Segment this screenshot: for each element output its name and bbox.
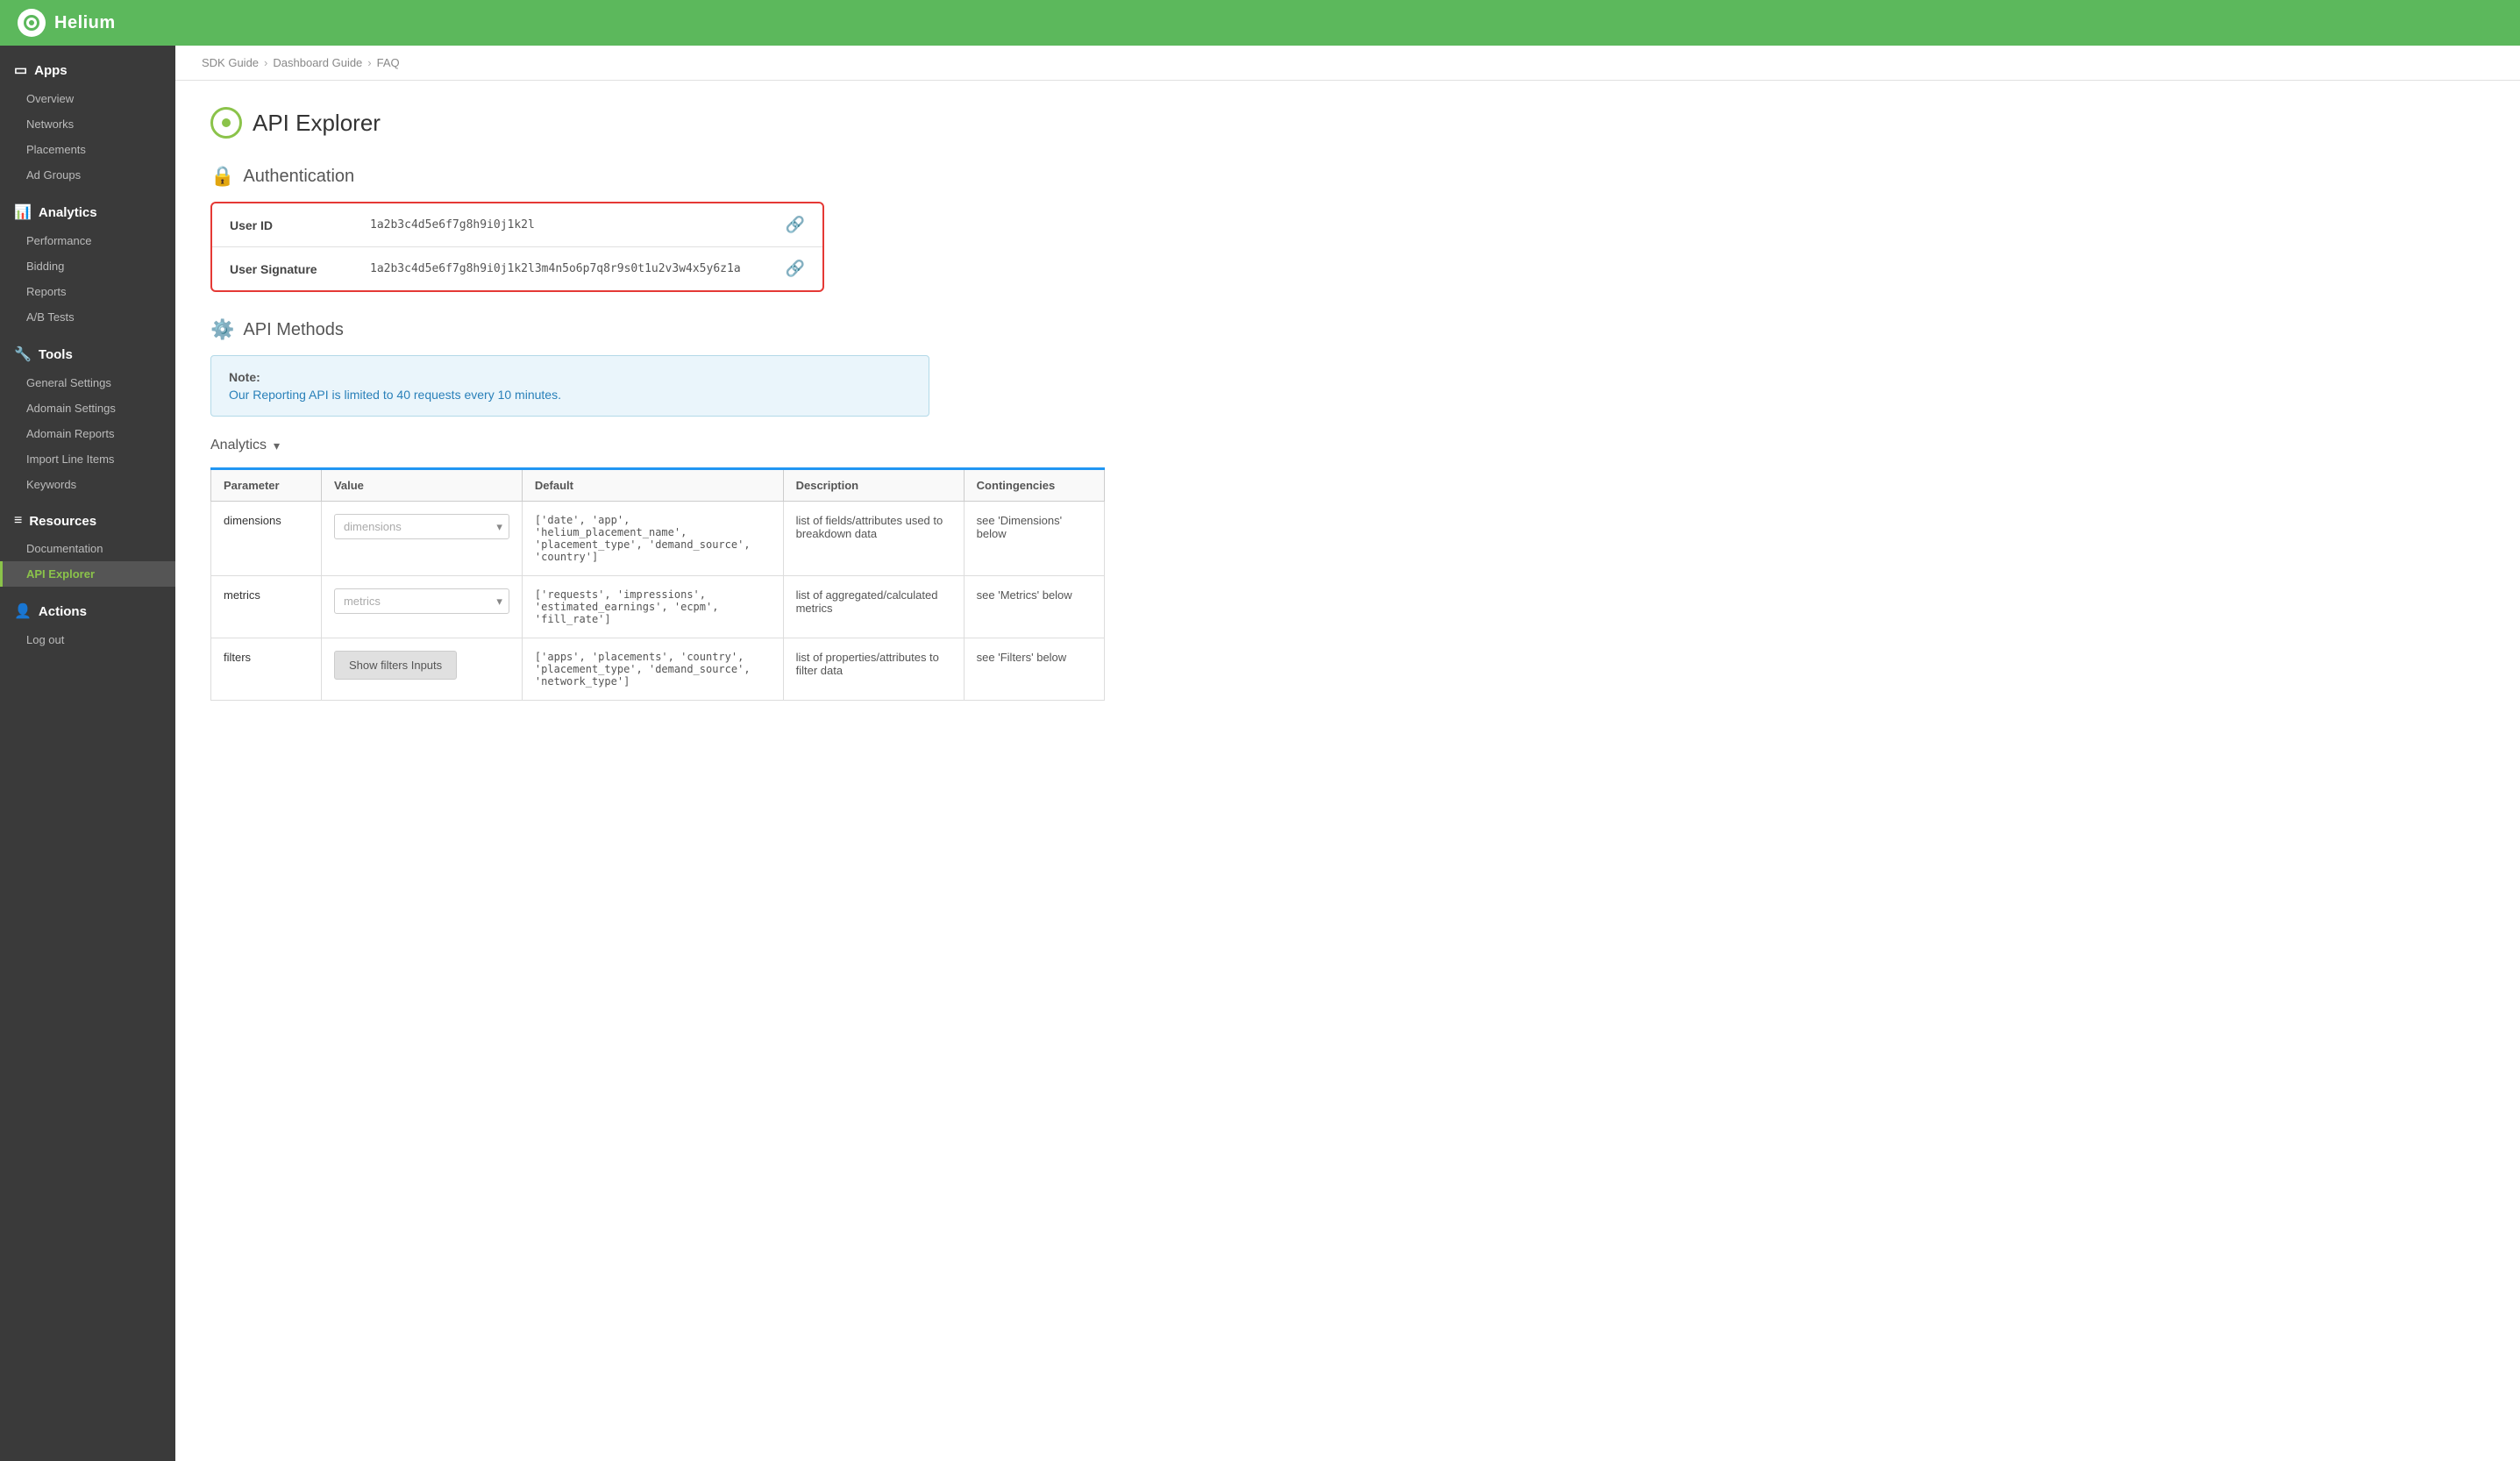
show-filters-button[interactable]: Show filters Inputs: [334, 651, 457, 680]
sidebar-item-abtests[interactable]: A/B Tests: [0, 304, 175, 330]
user-id-value: 1a2b3c4d5e6f7g8h9i0j1k2l: [370, 218, 786, 232]
sidebar-item-keywords[interactable]: Keywords: [0, 472, 175, 497]
sidebar-item-adomain-reports[interactable]: Adomain Reports: [0, 421, 175, 446]
table-row: dimensions dimensions ['date', 'app', 'h…: [211, 502, 1105, 576]
desc-dimensions: list of fields/attributes used to breakd…: [783, 502, 964, 576]
topbar: Helium: [0, 0, 2520, 46]
sidebar-item-adomain-settings[interactable]: Adomain Settings: [0, 396, 175, 421]
breadcrumb-sdk-guide[interactable]: SDK Guide: [202, 56, 259, 69]
sidebar-item-reports[interactable]: Reports: [0, 279, 175, 304]
sidebar-item-overview[interactable]: Overview: [0, 86, 175, 111]
sidebar-section-actions: 👤 Actions: [0, 587, 175, 627]
gear-icon: ⚙️: [210, 318, 234, 341]
sidebar-item-logout[interactable]: Log out: [0, 627, 175, 652]
user-id-link-icon[interactable]: 🔗: [786, 216, 805, 234]
user-id-row: User ID 1a2b3c4d5e6f7g8h9i0j1k2l 🔗: [212, 203, 822, 247]
api-methods-header: ⚙️ API Methods: [210, 318, 2485, 341]
wrench-icon: 🔧: [14, 346, 32, 363]
sidebar-item-networks[interactable]: Networks: [0, 111, 175, 137]
cont-dimensions: see 'Dimensions' below: [964, 502, 1104, 576]
api-methods-title: API Methods: [243, 320, 344, 340]
bar-chart-icon: 📊: [14, 203, 32, 221]
brand-name: Helium: [54, 13, 116, 33]
value-dimensions[interactable]: dimensions: [321, 502, 522, 576]
tablet-icon: ▭: [14, 61, 27, 79]
sidebar-item-performance[interactable]: Performance: [0, 228, 175, 253]
note-text: Our Reporting API is limited to 40 reque…: [229, 388, 911, 402]
col-parameter: Parameter: [211, 469, 322, 502]
default-filters: ['apps', 'placements', 'country', 'place…: [522, 638, 783, 701]
col-description: Description: [783, 469, 964, 502]
sidebar-item-general-settings[interactable]: General Settings: [0, 370, 175, 396]
sidebar-item-import-line-items[interactable]: Import Line Items: [0, 446, 175, 472]
lock-icon: 🔒: [210, 165, 234, 188]
logo-dot: [29, 20, 34, 25]
auth-box: User ID 1a2b3c4d5e6f7g8h9i0j1k2l 🔗 User …: [210, 202, 824, 292]
logo: [18, 9, 46, 37]
col-contingencies: Contingencies: [964, 469, 1104, 502]
cont-metrics: see 'Metrics' below: [964, 576, 1104, 638]
user-signature-row: User Signature 1a2b3c4d5e6f7g8h9i0j1k2l3…: [212, 247, 822, 290]
param-filters: filters: [211, 638, 322, 701]
analytics-label: Analytics: [210, 438, 267, 453]
logo-ring: [24, 15, 39, 31]
sidebar-item-documentation[interactable]: Documentation: [0, 536, 175, 561]
api-explorer-icon: [210, 107, 242, 139]
page-title: API Explorer: [253, 110, 381, 137]
breadcrumb-faq: FAQ: [377, 56, 400, 69]
value-filters[interactable]: Show filters Inputs: [321, 638, 522, 701]
table-row: metrics metrics ['requests', 'impression…: [211, 576, 1105, 638]
param-metrics: metrics: [211, 576, 322, 638]
authentication-title: Authentication: [243, 167, 354, 187]
sidebar-item-placements[interactable]: Placements: [0, 137, 175, 162]
analytics-section[interactable]: Analytics ▾: [210, 438, 2485, 453]
person-icon: 👤: [14, 602, 32, 620]
sidebar: ▭ Apps Overview Networks Placements Ad G…: [0, 46, 175, 1461]
note-box: Note: Our Reporting API is limited to 40…: [210, 355, 929, 417]
main-content: API Explorer 🔒 Authentication User ID 1a…: [175, 81, 2520, 1461]
user-signature-link-icon[interactable]: 🔗: [786, 260, 805, 278]
authentication-header: 🔒 Authentication: [210, 165, 2485, 188]
sidebar-section-resources: ≡ Resources: [0, 497, 175, 536]
list-icon: ≡: [14, 513, 22, 529]
value-metrics[interactable]: metrics: [321, 576, 522, 638]
cont-filters: see 'Filters' below: [964, 638, 1104, 701]
note-title: Note:: [229, 370, 911, 384]
param-dimensions: dimensions: [211, 502, 322, 576]
user-signature-value: 1a2b3c4d5e6f7g8h9i0j1k2l3m4n5o6p7q8r9s0t…: [370, 262, 786, 275]
col-value: Value: [321, 469, 522, 502]
user-id-label: User ID: [230, 218, 370, 232]
sidebar-item-api-explorer[interactable]: API Explorer: [0, 561, 175, 587]
breadcrumb: SDK Guide › Dashboard Guide › FAQ: [175, 46, 2520, 81]
sidebar-section-apps: ▭ Apps: [0, 46, 175, 86]
user-signature-label: User Signature: [230, 262, 370, 276]
sidebar-section-analytics: 📊 Analytics: [0, 188, 175, 228]
default-dimensions: ['date', 'app', 'helium_placement_name',…: [522, 502, 783, 576]
col-default: Default: [522, 469, 783, 502]
desc-filters: list of properties/attributes to filter …: [783, 638, 964, 701]
page-title-row: API Explorer: [210, 107, 2485, 139]
metrics-select[interactable]: metrics: [334, 588, 509, 614]
dimensions-select[interactable]: dimensions: [334, 514, 509, 539]
sidebar-item-bidding[interactable]: Bidding: [0, 253, 175, 279]
api-table: Parameter Value Default Description Cont…: [210, 467, 1105, 701]
breadcrumb-dashboard-guide[interactable]: Dashboard Guide: [273, 56, 362, 69]
sidebar-section-tools: 🔧 Tools: [0, 330, 175, 370]
default-metrics: ['requests', 'impressions', 'estimated_e…: [522, 576, 783, 638]
chevron-down-icon: ▾: [274, 438, 280, 453]
sidebar-item-adgroups[interactable]: Ad Groups: [0, 162, 175, 188]
desc-metrics: list of aggregated/calculated metrics: [783, 576, 964, 638]
table-row: filters Show filters Inputs ['apps', 'pl…: [211, 638, 1105, 701]
